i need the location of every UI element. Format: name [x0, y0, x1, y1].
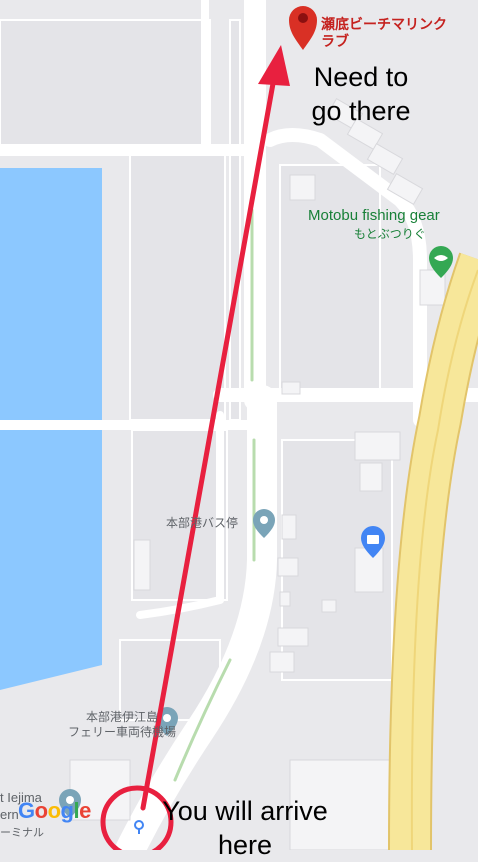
google-logo-letter: g: [60, 798, 74, 823]
destination-label-line2: ラブ: [321, 33, 349, 49]
fishing-poi-label[interactable]: Motobu fishing gear: [308, 206, 440, 225]
google-logo-letter: e: [79, 798, 91, 823]
google-logo-letter: G: [18, 798, 35, 823]
ferry-label-line2: フェリー車両待機場: [68, 725, 177, 739]
arrival-annotation: You will arrive here: [150, 794, 340, 862]
google-logo-letter: o: [34, 798, 48, 823]
google-logo: Google: [18, 798, 91, 824]
arrival-annotation-line1: You will arrive: [162, 796, 328, 826]
google-logo-letter: o: [47, 798, 61, 823]
terminal-label-line3: ーミナル: [0, 827, 44, 839]
destination-label[interactable]: 瀬底ビーチマリンク ラブ: [321, 16, 447, 50]
ferry-label[interactable]: 本部港伊江島 フェリー車両待機場: [68, 710, 176, 740]
goal-annotation-line1: Need to: [313, 62, 409, 92]
ferry-label-line1: 本部港伊江島: [86, 710, 159, 724]
terminal-label-line2: ern: [0, 807, 19, 822]
goal-annotation: Need to go there: [296, 60, 426, 128]
destination-label-line1: 瀬底ビーチマリンク: [321, 16, 447, 32]
bus-stop-label[interactable]: 本部港バス停: [166, 514, 238, 531]
arrival-annotation-line2: here: [217, 830, 273, 860]
goal-annotation-line2: go there: [311, 96, 411, 126]
fishing-poi-sublabel: もとぶつりぐ: [354, 227, 426, 241]
